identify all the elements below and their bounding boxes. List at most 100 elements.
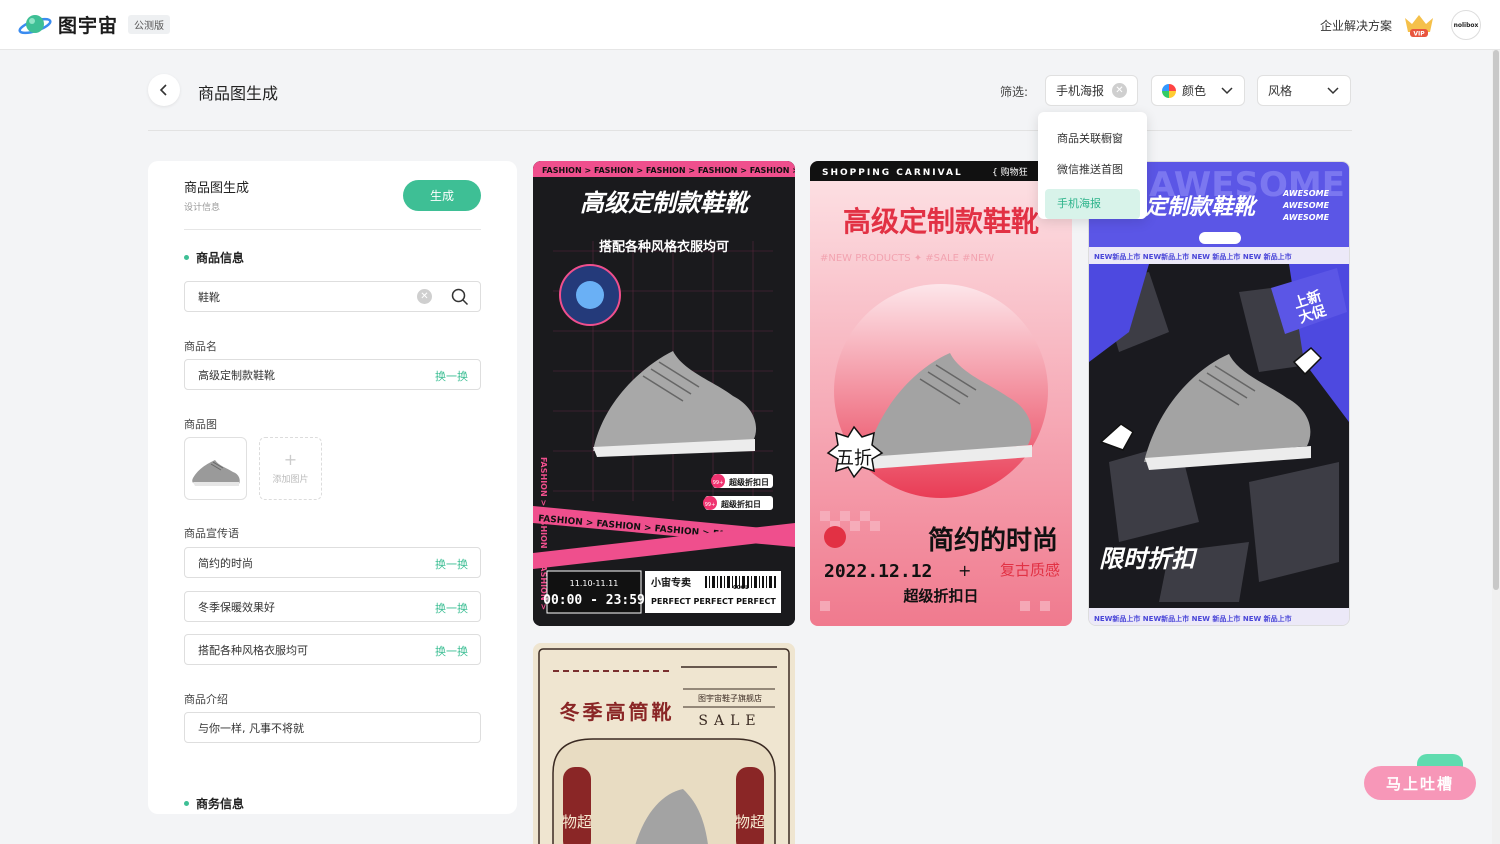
vip-crown-icon[interactable]: VIP — [1403, 12, 1435, 38]
poster-fashion-dark: FASHION > FASHION > FASHION > FASHION > … — [533, 161, 795, 626]
intro-value: 与你一样, 凡事不将就 — [198, 721, 304, 735]
poster-card[interactable]: FASHION > FASHION > FASHION > FASHION > … — [533, 161, 795, 626]
product-search-value: 鞋靴 — [198, 290, 220, 304]
poster-card[interactable]: SHOPPING CARNIVAL { 购物狂 高级定制款鞋靴 #NEW PRO… — [810, 161, 1072, 626]
color-wheel-icon — [1162, 83, 1176, 98]
page-title: 商品图生成 — [198, 84, 279, 103]
avatar[interactable]: nolibox — [1451, 10, 1481, 40]
slogan-input[interactable]: 冬季保暖效果好 换一换 — [184, 591, 481, 622]
dropdown-option[interactable]: 微信推送首图 — [1038, 158, 1147, 189]
poster1-tag: 超级折扣日 — [720, 499, 761, 509]
swap-button[interactable]: 换一换 — [435, 556, 468, 572]
poster1-time: 00:00 - 23:59 — [543, 593, 645, 608]
slogan-label: 商品宣传语 — [184, 527, 239, 540]
slogan-input[interactable]: 搭配各种风格衣服均可 换一换 — [184, 634, 481, 665]
design-panel: 商品图生成 设计信息 生成 商品信息 鞋靴 ✕ 商品名 高级定制款鞋靴 换一换 … — [148, 161, 517, 814]
clear-icon[interactable]: ✕ — [417, 289, 432, 304]
poster-card[interactable]: AWESOME 定制款鞋靴 AWESOME AWESOME AWESOME NE… — [1088, 161, 1350, 626]
poster-card[interactable]: 冬季高筒靴 图宇宙鞋子旗舰店 SALE 物超 物超 — [533, 643, 795, 844]
type-select-value: 手机海报 — [1056, 84, 1105, 98]
style-select[interactable]: 风格 — [1257, 75, 1351, 106]
feedback-button[interactable]: 马上吐槽 — [1364, 766, 1476, 800]
poster3-awesome: AWESOME — [1282, 201, 1330, 210]
svg-text:+: + — [958, 561, 971, 580]
add-image-label: 添加图片 — [272, 475, 309, 485]
poster3-band-bottom: NEW新品上市 NEW新品上市 NEW 新品上市 NEW 新品上市 — [1094, 614, 1292, 623]
plus-icon: + — [283, 450, 298, 469]
poster2-bottom: 超级折扣日 — [902, 587, 978, 605]
product-image-label: 商品图 — [184, 418, 217, 431]
poster1-perfect: PERFECT PERFECT PERFECT — [651, 597, 776, 606]
poster1-badge: 99+ — [713, 480, 724, 486]
product-name-value: 高级定制款鞋靴 — [198, 368, 275, 382]
search-icon[interactable] — [451, 288, 469, 306]
product-name-input[interactable]: 高级定制款鞋靴 换一换 — [184, 359, 481, 390]
poster3-awesome: AWESOME — [1282, 189, 1330, 198]
dropdown-option[interactable]: 商品关联橱窗 — [1038, 127, 1147, 158]
poster2-retro: 复古质感 — [1000, 561, 1060, 579]
vip-label: VIP — [1413, 31, 1425, 38]
slogan-value: 冬季保暖效果好 — [198, 600, 275, 614]
color-select[interactable]: 颜色 — [1151, 75, 1245, 106]
enterprise-solutions-link[interactable]: 企业解决方案 — [1320, 17, 1392, 34]
poster4-title: 冬季高筒靴 — [560, 700, 675, 724]
generate-button[interactable]: 生成 — [403, 180, 481, 211]
chevron-down-icon — [1221, 87, 1233, 95]
poster2-discount: 五折 — [836, 448, 872, 469]
type-select[interactable]: 手机海报 ✕ — [1045, 75, 1138, 106]
panel-title: 商品图生成 — [184, 181, 250, 196]
swap-button[interactable]: 换一换 — [435, 600, 468, 616]
chevron-down-icon — [1327, 87, 1339, 95]
poster-shopping-carnival: SHOPPING CARNIVAL { 购物狂 高级定制款鞋靴 #NEW PRO… — [810, 161, 1072, 626]
top-bar: 图宇宙 公测版 企业解决方案 VIP nolibox — [0, 0, 1500, 50]
poster1-ribbon: FASHION > FASHION > FASHION > FASHION > … — [542, 166, 795, 175]
poster1-shop: 小宙专卖 — [650, 576, 691, 589]
slogan-value: 简约的时尚 — [198, 556, 253, 570]
logo[interactable]: 图宇宙 公测版 — [18, 11, 171, 38]
poster2-top: SHOPPING CARNIVAL — [822, 168, 963, 178]
header-divider — [148, 130, 1352, 131]
panel-divider — [184, 229, 481, 230]
add-image-button[interactable]: + 添加图片 — [259, 437, 322, 500]
poster-awesome-promo: AWESOME 定制款鞋靴 AWESOME AWESOME AWESOME NE… — [1089, 162, 1349, 625]
poster3-band-top: NEW新品上市 NEW新品上市 NEW 新品上市 NEW 新品上市 — [1094, 252, 1292, 261]
poster2-tags: #NEW PRODUCTS ✦ #SALE #NEW — [820, 253, 994, 264]
poster2-top-right: { 购物狂 — [992, 166, 1028, 178]
panel-subtitle: 设计信息 — [184, 203, 221, 213]
poster-winter-boots: 冬季高筒靴 图宇宙鞋子旗舰店 SALE 物超 物超 — [533, 643, 795, 844]
poster1-badge: 99+ — [705, 502, 716, 508]
style-select-label: 风格 — [1268, 84, 1293, 98]
slogan-value: 搭配各种风格衣服均可 — [198, 643, 308, 657]
back-button[interactable] — [148, 74, 180, 106]
slogan-input[interactable]: 简约的时尚 换一换 — [184, 547, 481, 578]
dropdown-option-selected[interactable]: 手机海报 — [1045, 189, 1140, 219]
product-image-thumbnail[interactable] — [184, 437, 247, 500]
poster4-shop: 图宇宙鞋子旗舰店 — [698, 693, 762, 703]
poster1-cool: COOL — [733, 585, 749, 591]
poster4-left-tag: 物超 — [562, 813, 592, 831]
poster1-subtitle: 搭配各种风格衣服均可 — [599, 239, 729, 255]
poster1-title: 高级定制款鞋靴 — [580, 189, 752, 217]
poster2-title: 高级定制款鞋靴 — [843, 205, 1039, 238]
shoe-thumbnail-image — [192, 460, 240, 486]
poster2-slogan: 简约的时尚 — [928, 525, 1058, 556]
poster4-right-tag: 物超 — [735, 813, 765, 831]
planet-logo-icon — [18, 14, 52, 34]
poster1-tag: 超级折扣日 — [728, 477, 769, 487]
app-name: 图宇宙 — [58, 15, 119, 37]
poster2-date: 2022.12.12 — [824, 561, 932, 582]
product-section-heading: 商品信息 — [184, 249, 244, 266]
product-name-label: 商品名 — [184, 340, 217, 353]
type-dropdown-menu: 商品关联橱窗 微信推送首图 手机海报 — [1038, 112, 1147, 219]
poster1-date: 11.10-11.11 — [570, 579, 619, 588]
chevron-left-icon — [159, 84, 167, 96]
filter-label: 筛选: — [1000, 85, 1029, 99]
clear-icon[interactable]: ✕ — [1112, 83, 1127, 98]
poster3-title: 定制款鞋靴 — [1144, 194, 1258, 220]
swap-button[interactable]: 换一换 — [435, 368, 468, 384]
scrollbar-thumb[interactable] — [1493, 50, 1499, 590]
beta-badge: 公测版 — [128, 15, 171, 34]
intro-input[interactable]: 与你一样, 凡事不将就 — [184, 712, 481, 743]
swap-button[interactable]: 换一换 — [435, 643, 468, 659]
product-search-input[interactable]: 鞋靴 ✕ — [184, 281, 481, 312]
